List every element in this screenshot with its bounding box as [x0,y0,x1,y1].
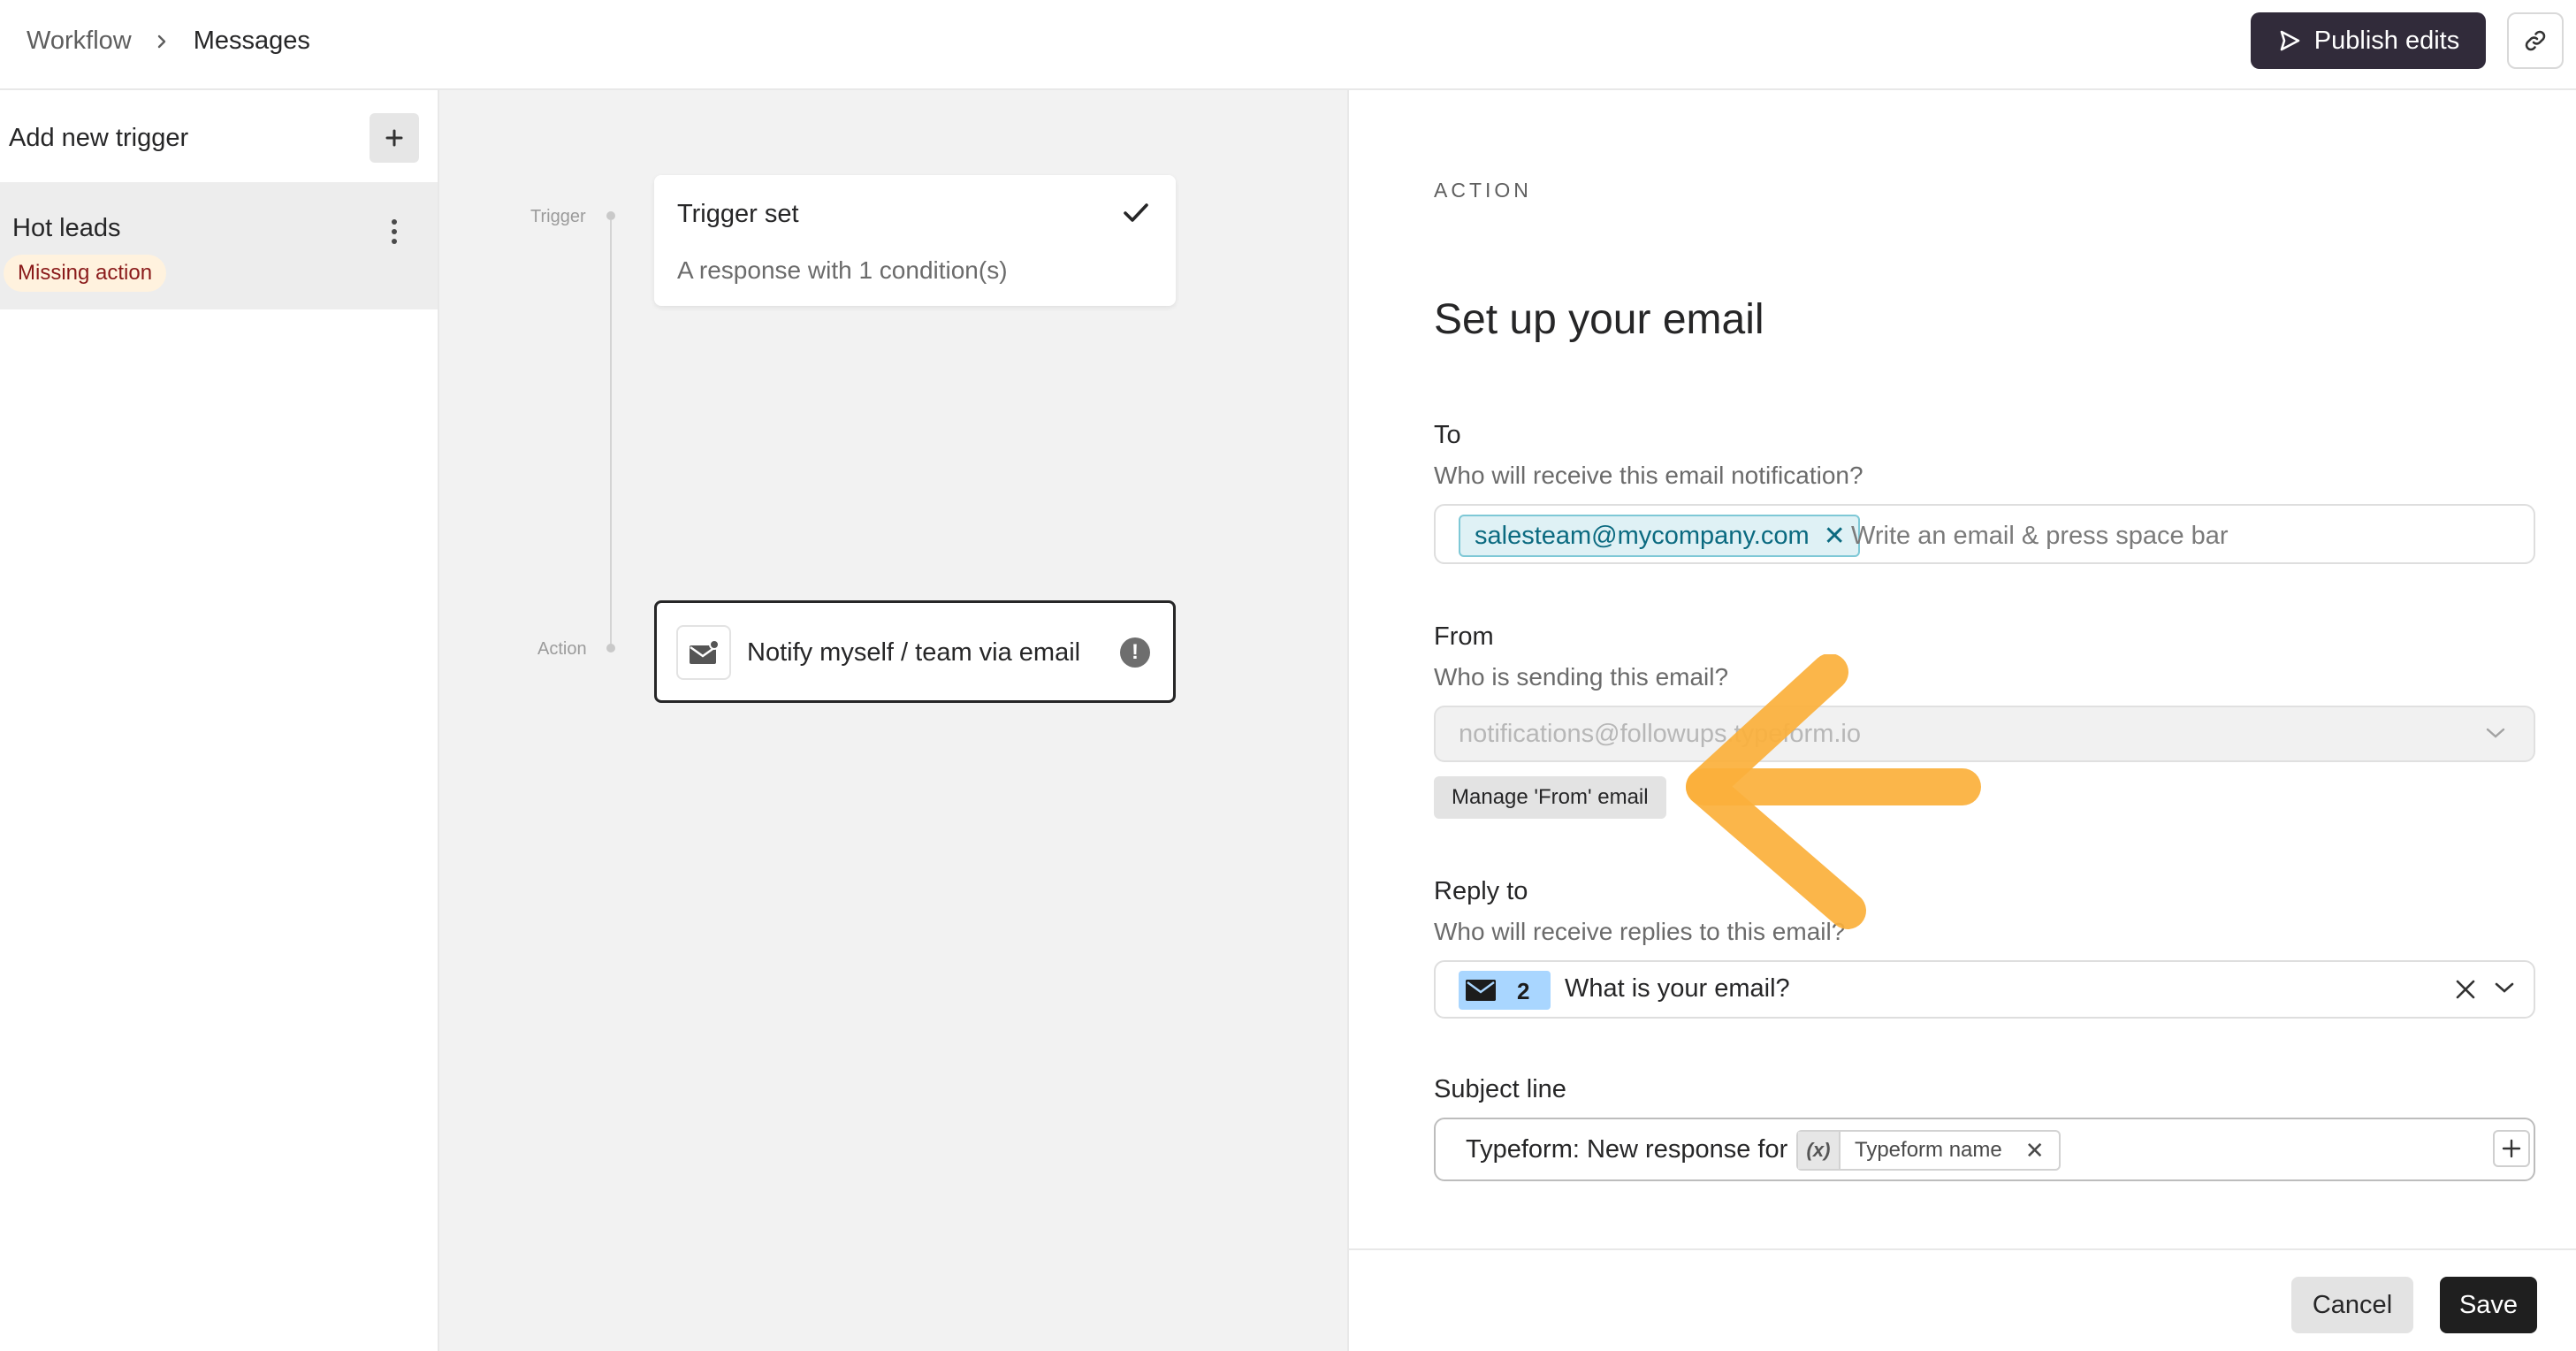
manage-from-email-button[interactable]: Manage 'From' email [1434,776,1666,819]
action-step-label: Action [537,639,587,659]
save-button[interactable]: Save [2440,1277,2537,1333]
question-number: 2 [1517,978,1530,1004]
page-title: Set up your email [1434,296,1764,343]
status-badge: Missing action [4,255,167,292]
reply-to-label: Reply to [1434,877,1528,905]
triggers-sidebar: Add new trigger Hot leads Missing action [0,90,439,1351]
trigger-card-subtitle: A response with 1 condition(s) [677,256,1008,284]
from-help: Who is sending this email? [1434,663,1729,691]
to-help: Who will receive this email notification… [1434,462,1863,489]
chevron-down-icon [2486,728,2505,738]
publish-edits-label: Publish edits [2313,26,2460,55]
sidebar-item-hot-leads[interactable]: Hot leads Missing action [0,182,438,309]
email-chip-label: salesteam@mycompany.com [1475,521,1810,550]
chevron-right-icon [157,34,165,48]
subject-text: Typeform: New response for [1466,1135,1788,1164]
trigger-step-dot [606,211,615,220]
subject-label: Subject line [1434,1075,1566,1103]
email-input[interactable] [1851,516,2505,555]
from-select[interactable]: notifications@followups.typeform.io [1434,706,2535,762]
variable-icon: (x) [1798,1132,1841,1169]
trigger-card-title: Trigger set [677,200,799,228]
send-icon [2280,30,2300,51]
panel-eyebrow: ACTION [1434,179,1532,202]
add-trigger-label: Add new trigger [9,124,189,152]
remove-variable-icon[interactable]: ✕ [2025,1137,2059,1164]
link-icon [2525,30,2546,51]
exclamation-icon: ! [1120,637,1150,668]
email-notification-icon [676,625,731,680]
breadcrumb-workflow[interactable]: Workflow [27,27,132,56]
question-chip: 2 [1459,971,1551,1010]
plus-icon [2502,1139,2521,1158]
reply-to-select[interactable]: 2 What is your email? [1434,960,2535,1019]
action-step-dot [606,644,615,653]
top-bar: Workflow Messages Publish edits [0,0,2576,90]
action-card-title: Notify myself / team via email [747,638,1081,667]
add-trigger-button[interactable] [370,113,419,163]
workflow-canvas: Trigger Action Trigger set A response wi… [439,90,1349,1351]
checkmark-icon [1124,203,1148,222]
variable-pill: (x) Typeform name ✕ [1796,1130,2061,1171]
from-label: From [1434,622,1494,651]
to-field: salesteam@mycompany.com ✕ [1434,504,2535,564]
from-select-value: notifications@followups.typeform.io [1459,720,1861,748]
plus-icon [385,129,403,147]
remove-chip-icon[interactable]: ✕ [1824,521,1846,552]
footer-divider [1349,1248,2576,1250]
clear-icon[interactable] [2452,976,2479,1003]
breadcrumb-messages: Messages [193,27,310,55]
action-setup-panel: ACTION Set up your email To Who will rec… [1349,90,2576,1351]
cancel-button[interactable]: Cancel [2291,1277,2413,1333]
email-chip: salesteam@mycompany.com ✕ [1459,515,1860,557]
breadcrumb: Workflow Messages [27,27,310,56]
trigger-name: Hot leads [12,214,121,242]
copy-link-button[interactable] [2507,12,2564,69]
reply-to-question: What is your email? [1565,974,1790,1003]
email-icon [1466,980,1496,1001]
add-variable-button[interactable] [2493,1130,2530,1167]
chevron-down-icon[interactable] [2493,980,2516,996]
variable-name: Typeform name [1855,1138,2002,1162]
reply-to-help: Who will receive replies to this email? [1434,918,1846,945]
publish-edits-button[interactable]: Publish edits [2251,12,2486,69]
connector-line [610,220,612,645]
action-card[interactable]: Notify myself / team via email ! [654,600,1176,703]
trigger-step-label: Trigger [530,207,586,226]
subject-field[interactable]: Typeform: New response for (x) Typeform … [1434,1118,2535,1181]
to-label: To [1434,421,1461,449]
more-options-icon[interactable] [380,214,408,249]
trigger-card[interactable]: Trigger set A response with 1 condition(… [654,175,1176,306]
